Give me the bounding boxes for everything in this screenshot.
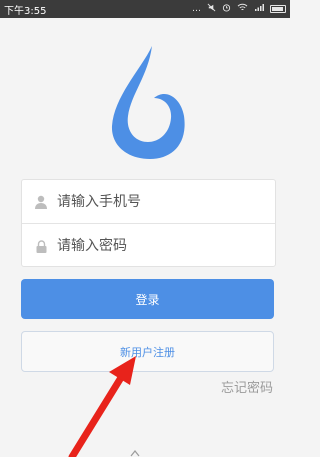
- water-drop-logo: [111, 46, 185, 159]
- forgot-password-link[interactable]: 忘记密码: [221, 377, 273, 396]
- battery-icon: [270, 5, 286, 13]
- login-screen: 下午3:55 … 请输入手机号 登录 新用户注册 忘记密码: [0, 0, 290, 457]
- signal-icon: [254, 3, 264, 15]
- dots-icon: …: [192, 4, 201, 14]
- status-time: 下午3:55: [4, 5, 47, 17]
- lock-icon: [34, 239, 48, 253]
- status-bar: 下午3:55 …: [0, 0, 290, 18]
- user-icon: [34, 195, 48, 209]
- login-form-card: [21, 179, 276, 267]
- register-button-label: 新用户注册: [120, 345, 175, 359]
- password-row: [22, 224, 275, 268]
- status-icons: …: [192, 3, 286, 15]
- alarm-icon: [222, 3, 231, 15]
- wifi-icon: [237, 3, 248, 15]
- login-button[interactable]: 登录: [21, 279, 274, 319]
- register-button[interactable]: 新用户注册: [21, 331, 274, 372]
- phone-input[interactable]: [57, 186, 275, 217]
- login-button-label: 登录: [135, 292, 160, 307]
- chevron-up-icon: [130, 450, 140, 457]
- mute-icon: [207, 3, 216, 15]
- password-input[interactable]: [57, 231, 275, 261]
- phone-row: [22, 180, 275, 224]
